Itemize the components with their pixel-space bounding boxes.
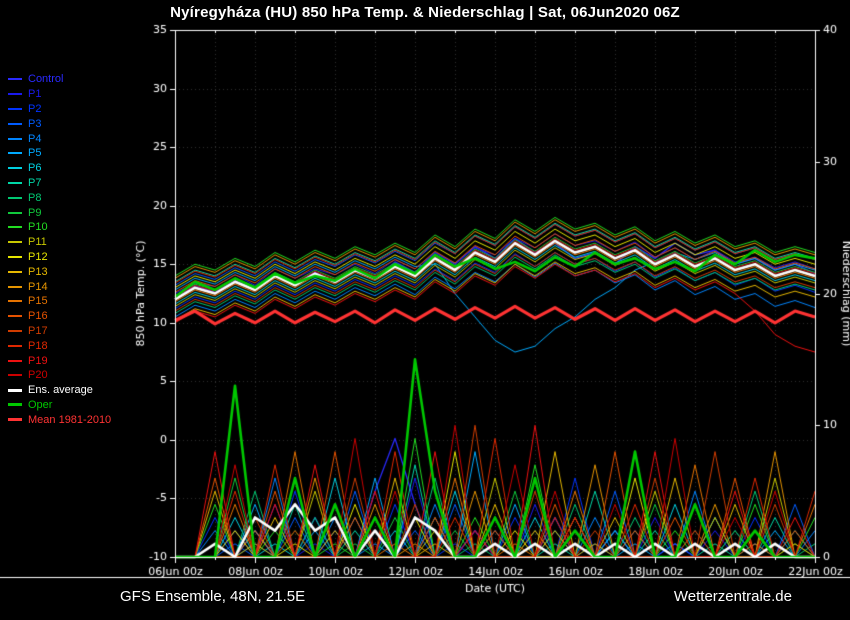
site-credit-label: Wetterzentrale.de (674, 588, 792, 605)
page-title: Nyíregyháza (HU) 850 hPa Temp. & Nieders… (0, 4, 850, 21)
meteogram-canvas (0, 0, 850, 620)
model-info-label: GFS Ensemble, 48N, 21.5E (120, 588, 305, 605)
meteogram-page: Nyíregyháza (HU) 850 hPa Temp. & Nieders… (0, 0, 850, 620)
